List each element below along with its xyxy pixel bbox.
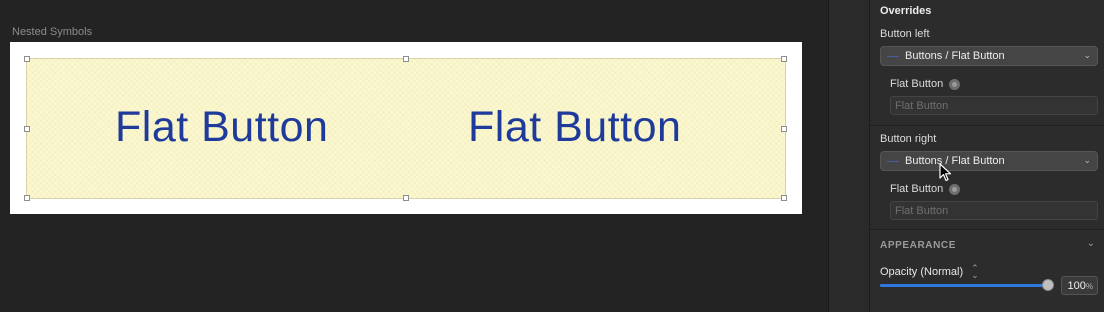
resize-handle-bottom-right[interactable] xyxy=(781,195,787,201)
flat-button-right-text: Flat Button xyxy=(468,103,682,151)
section-divider xyxy=(870,125,1104,126)
button-left-symbol-select[interactable]: Buttons / Flat Button ⌄ xyxy=(880,46,1098,66)
opacity-slider[interactable] xyxy=(880,284,1048,287)
opacity-label: Opacity (Normal) xyxy=(880,266,964,278)
chevron-down-icon: ⌄ xyxy=(1083,50,1091,60)
resize-handle-top-right[interactable] xyxy=(781,56,787,62)
button-right-sub-label: Flat Button xyxy=(890,183,944,195)
panel-gutter xyxy=(828,0,869,312)
nested-symbol-instance[interactable]: Flat Button Flat Button xyxy=(26,58,786,199)
override-icon[interactable] xyxy=(949,78,961,90)
button-left-select-value: Buttons / Flat Button xyxy=(905,50,1005,62)
override-icon[interactable] xyxy=(949,183,961,195)
button-right-text-input[interactable]: Flat Button xyxy=(890,201,1098,220)
resize-handle-middle-left[interactable] xyxy=(24,126,30,132)
button-right-text-override-row: Flat Button xyxy=(890,183,961,195)
flat-button-left-text: Flat Button xyxy=(115,103,329,151)
appearance-section-title[interactable]: APPEARANCE xyxy=(880,240,956,251)
opacity-row: Opacity (Normal) ⌃ ⌄ xyxy=(880,264,979,280)
button-right-select-value: Buttons / Flat Button xyxy=(905,155,1005,167)
canvas[interactable]: Nested Symbols Flat Button Flat Button xyxy=(0,0,828,312)
chevron-down-icon[interactable]: ⌄ xyxy=(1087,238,1095,249)
opacity-slider-knob[interactable] xyxy=(1042,279,1054,291)
inspector-panel: Overrides Button left Buttons / Flat But… xyxy=(869,0,1104,312)
button-left-label: Button left xyxy=(880,28,930,40)
button-right-symbol-select[interactable]: Buttons / Flat Button ⌄ xyxy=(880,151,1098,171)
button-left-text-override-row: Flat Button xyxy=(890,78,961,90)
button-left-sub-label: Flat Button xyxy=(890,78,944,90)
mouse-pointer-icon xyxy=(939,163,952,182)
resize-handle-top-middle[interactable] xyxy=(403,56,409,62)
artboard-title[interactable]: Nested Symbols xyxy=(12,26,92,38)
button-right-label: Button right xyxy=(880,133,937,145)
resize-handle-top-left[interactable] xyxy=(24,56,30,62)
opacity-unit: % xyxy=(1085,282,1093,291)
resize-handle-bottom-left[interactable] xyxy=(24,195,30,201)
updown-stepper-icon[interactable]: ⌃ ⌄ xyxy=(971,264,979,280)
symbol-line-icon xyxy=(887,160,899,162)
resize-handle-bottom-middle[interactable] xyxy=(403,195,409,201)
artboard[interactable]: Flat Button Flat Button xyxy=(10,42,802,214)
opacity-value-input[interactable]: 100% xyxy=(1061,276,1098,295)
opacity-slider-fill xyxy=(880,284,1048,287)
symbol-line-icon xyxy=(887,55,899,57)
overrides-title: Overrides xyxy=(880,5,932,17)
opacity-value: 100 xyxy=(1067,280,1086,292)
section-divider xyxy=(870,229,1104,230)
resize-handle-middle-right[interactable] xyxy=(781,126,787,132)
button-left-text-input[interactable]: Flat Button xyxy=(890,96,1098,115)
chevron-down-icon: ⌄ xyxy=(1083,155,1091,165)
